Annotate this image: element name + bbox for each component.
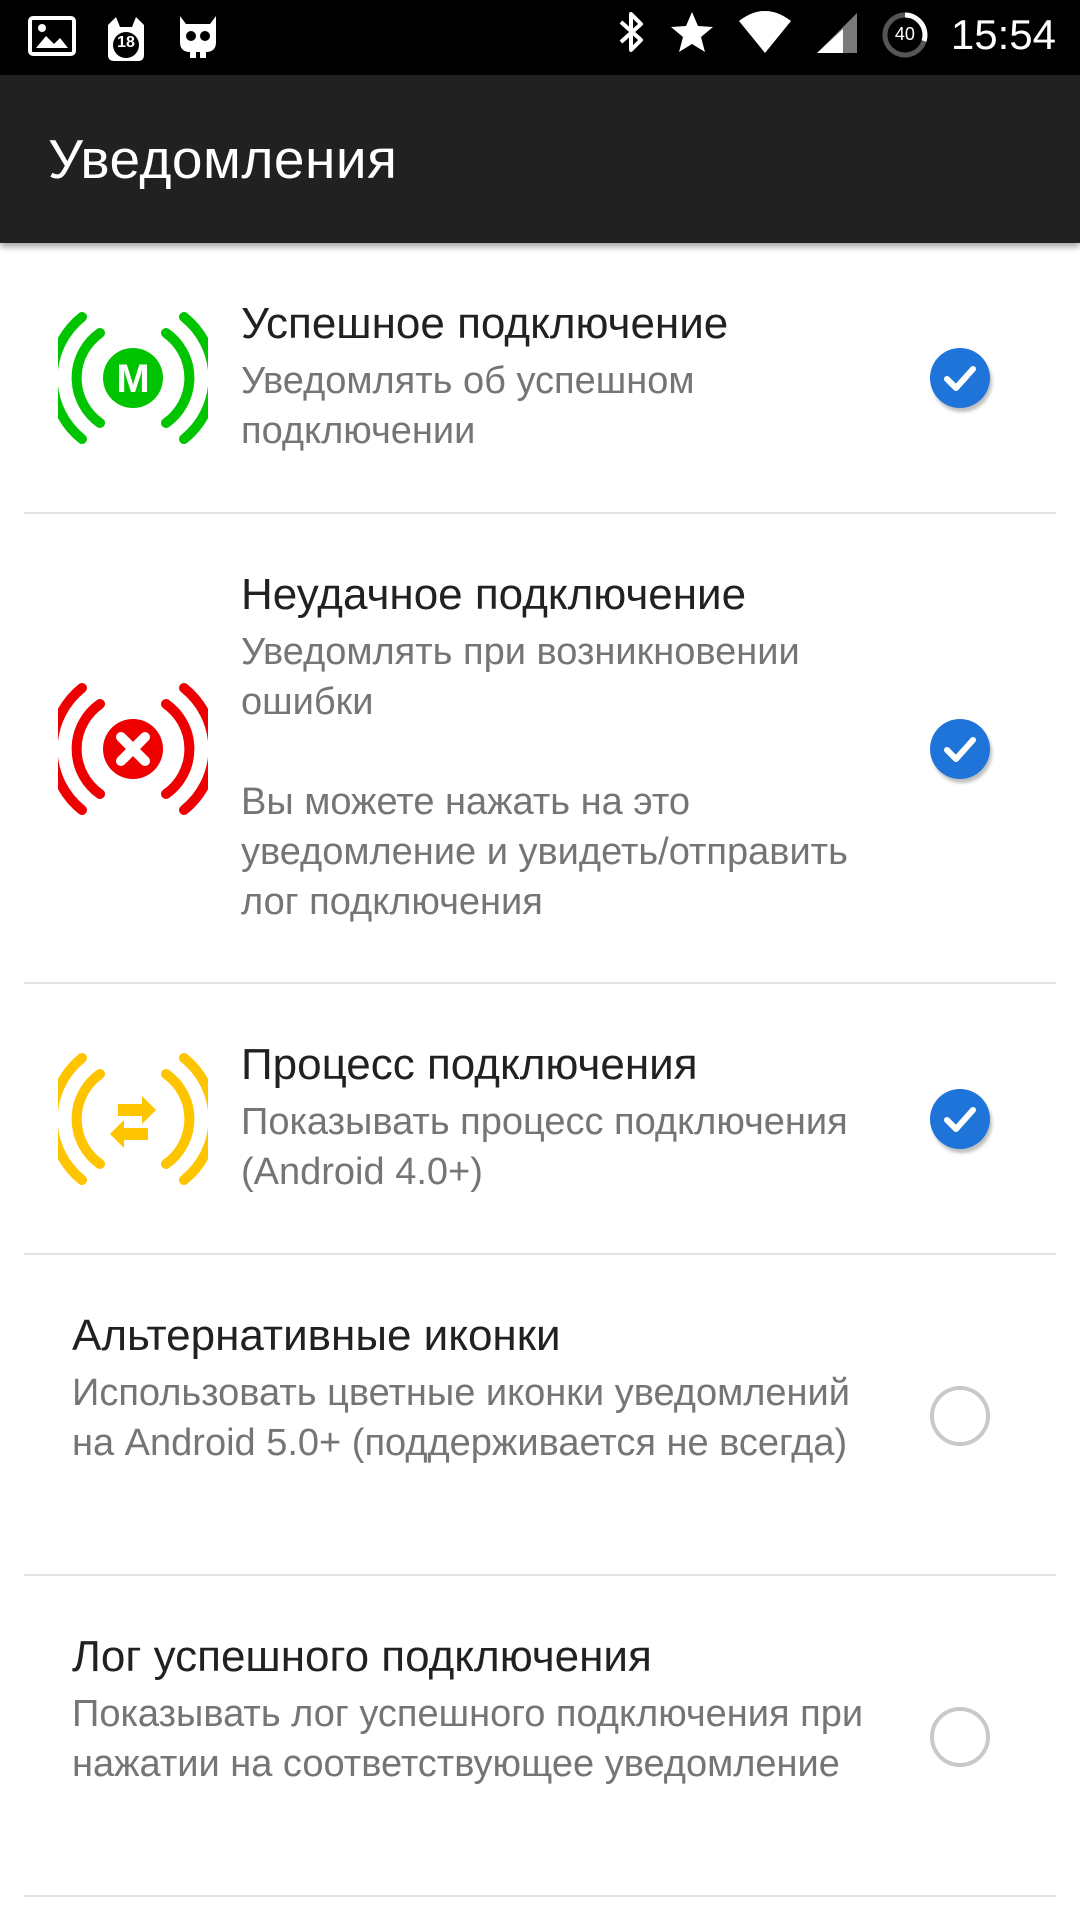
setting-title: Успешное подключение (241, 299, 729, 348)
setting-summary: Уведомлять об успешном подключении (241, 360, 695, 452)
cyanogen-icon (176, 12, 220, 65)
setting-summary: Использовать цветные иконки уведомлений … (72, 1372, 850, 1464)
bluetooth-icon (617, 8, 647, 61)
star-icon (669, 9, 715, 60)
notification-icons: 18 (28, 12, 220, 65)
setting-success-log[interactable]: Лог успешного подключения Показывать лог… (0, 1576, 1080, 1897)
setting-text: Лог успешного подключения Показывать лог… (72, 1631, 880, 1789)
battery-level: 40 (894, 23, 915, 44)
cat-notification-icon: 18 (102, 15, 150, 63)
system-icons: 40 15:54 (617, 8, 1056, 61)
setting-text: Успешное подключение Уведомлять об успеш… (241, 298, 880, 456)
checkbox-success-log[interactable] (930, 1707, 990, 1767)
checkbox-success-connection[interactable] (930, 348, 990, 408)
setting-connecting-process[interactable]: Процесс подключения Показывать процесс п… (0, 984, 1080, 1255)
page-title: Уведомления (48, 128, 398, 190)
setting-title: Альтернативные иконки (72, 1311, 561, 1360)
setting-alternative-icons[interactable]: Альтернативные иконки Использовать цветн… (0, 1255, 1080, 1576)
connection-error-icon (47, 674, 219, 824)
setting-text: Процесс подключения Показывать процесс п… (241, 1039, 880, 1197)
setting-summary: Показывать процесс подключения (Android … (241, 1101, 848, 1193)
setting-failed-connection[interactable]: Неудачное подключение Уведомлять при воз… (0, 514, 1080, 984)
status-bar: 18 40 15:54 (0, 0, 1080, 75)
settings-list: M Успешное подключение Уведомлять об усп… (0, 243, 1080, 1897)
clock: 15:54 (950, 10, 1056, 58)
checkbox-failed-connection[interactable] (930, 719, 990, 779)
metro-success-icon: M (47, 303, 219, 453)
notification-badge: 18 (117, 33, 135, 51)
setting-text: Альтернативные иконки Использовать цветн… (72, 1310, 880, 1468)
image-icon (28, 16, 76, 61)
battery-icon: 40 (881, 11, 929, 59)
checkbox-alternative-icons[interactable] (930, 1386, 990, 1446)
setting-text: Неудачное подключение Уведомлять при воз… (241, 569, 880, 927)
app-bar: Уведомления (0, 75, 1080, 243)
setting-title: Лог успешного подключения (72, 1632, 652, 1681)
connecting-process-icon (47, 1044, 219, 1194)
svg-text:M: M (116, 357, 149, 401)
setting-summary: Показывать лог успешного подключения при… (72, 1693, 864, 1785)
wifi-icon (737, 9, 793, 60)
setting-summary: Уведомлять при возникновении ошибки (241, 631, 800, 723)
setting-success-connection[interactable]: M Успешное подключение Уведомлять об усп… (0, 243, 1080, 514)
checkbox-connecting-process[interactable] (930, 1089, 990, 1149)
setting-title: Процесс подключения (241, 1040, 698, 1089)
setting-title: Неудачное подключение (241, 570, 747, 619)
signal-icon (815, 9, 859, 60)
divider (24, 1895, 1056, 1897)
setting-summary-extra: Вы можете нажать на это уведомление и ув… (241, 781, 848, 923)
